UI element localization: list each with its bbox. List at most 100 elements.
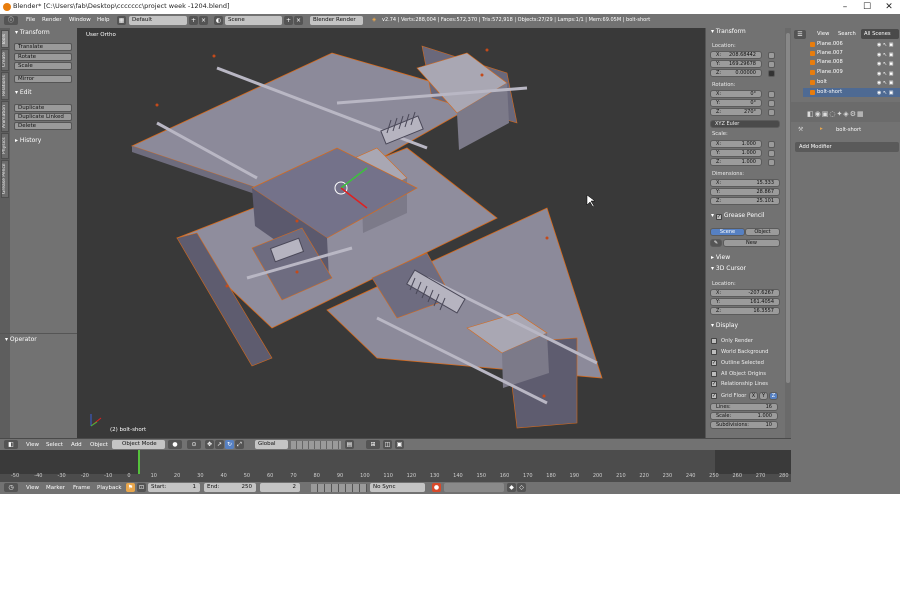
lock-icon[interactable] [768,159,775,166]
duplicate-linked-button[interactable]: Duplicate Linked [14,113,72,121]
location-y-field[interactable]: Y: 169.29678 [710,60,762,68]
outliner-item-bolt[interactable]: bolt [817,79,827,85]
history-panel-header[interactable]: ▸ History [15,137,41,144]
rotation-mode-select[interactable]: XYZ Euler [710,120,780,128]
remove-layout-icon[interactable]: × [199,16,208,25]
rotation-x-field[interactable]: X: 0° [710,90,762,98]
menu-object[interactable]: Object [90,442,108,448]
grid-axis-x-toggle[interactable]: X [749,392,758,400]
outliner-item-plane006[interactable]: Plane.006 [817,41,843,47]
n-panel-scroll-thumb[interactable] [786,33,790,383]
tab-relations[interactable]: Relations [1,72,9,100]
rotation-y-field[interactable]: Y: 0° [710,99,762,107]
world-background-checkbox[interactable] [711,349,717,355]
orientation-select[interactable]: Global [255,440,288,449]
relationship-lines-checkbox[interactable]: ✓ [711,381,717,387]
editor-type-icon[interactable]: ⓘ [4,16,18,25]
lock-icon[interactable] [768,52,775,59]
remove-scene-icon[interactable]: × [294,16,303,25]
rotation-z-field[interactable]: Z: 270° [710,108,762,116]
timeline[interactable] [0,450,791,482]
add-layout-icon[interactable]: + [189,16,198,25]
only-render-checkbox[interactable] [711,338,717,344]
playhead[interactable] [138,450,140,474]
outliner-tab-view[interactable]: View [817,31,829,37]
start-frame-field[interactable]: Start: 1 [148,483,200,492]
end-frame-field[interactable]: End: 250 [204,483,256,492]
lock-icon[interactable] [768,141,775,148]
gp-object-button[interactable]: Object [745,228,780,236]
cursor-y-field[interactable]: Y: 161.4054 [710,298,780,306]
tab-physics[interactable]: Physics [1,133,9,159]
preview-range-icon[interactable]: ⚑ [126,483,135,492]
edit-panel-header[interactable]: ▾ Edit [15,89,32,96]
mirror-button[interactable]: Mirror [14,75,72,83]
menu-add[interactable]: Add [71,442,82,448]
outliner-item-plane008[interactable]: Plane.008 [817,59,843,65]
tl-menu-marker[interactable]: Marker [46,485,65,491]
gp-scene-button[interactable]: Scene [710,228,745,236]
transform-panel-header[interactable]: ▾ Transform [15,29,50,36]
tab-grease-pencil[interactable]: Grease Pencil [1,160,9,198]
minimize-button[interactable]: – [834,0,856,14]
delete-button[interactable]: Delete [14,122,72,130]
tl-menu-frame[interactable]: Frame [73,485,90,491]
scale-y-field[interactable]: Y: 1.000 [710,149,762,157]
rotate-button[interactable]: Rotate [14,53,72,61]
3d-view-editor-icon[interactable]: ◧ [4,440,18,449]
snap-icon[interactable]: ⊞ [366,440,380,449]
location-x-field[interactable]: X: 208.68442 [710,51,762,59]
outliner-tab-search[interactable]: Search [838,31,856,37]
grid-axis-y-toggle[interactable]: Y [759,392,768,400]
translate-manipulator-icon[interactable]: ↗ [215,440,224,449]
view-panel-header[interactable]: ▸ View [711,254,730,261]
rotate-manipulator-icon[interactable]: ↻ [225,440,234,449]
gp-brush-icon[interactable]: ✎ [710,239,722,247]
layers-grid[interactable] [291,441,341,449]
lock-icon[interactable] [768,61,775,68]
lock-icon[interactable] [768,100,775,107]
grid-lines-field[interactable]: Lines: 16 [710,403,778,411]
cursor-z-field[interactable]: Z: 16.3557 [710,307,780,315]
3d-viewport[interactable]: User Ortho (2) bolt-short [77,28,705,438]
add-scene-icon[interactable]: + [284,16,293,25]
gp-new-button[interactable]: New [723,239,780,247]
render-preview-icon[interactable]: ▣ [395,440,404,449]
menu-view[interactable]: View [26,442,39,448]
grease-pencil-checkbox[interactable]: ✓ [715,214,722,220]
menu-window[interactable]: Window [69,17,91,23]
scene-icon[interactable]: ◐ [214,16,223,25]
location-z-field[interactable]: Z: 0.00000 [710,69,762,77]
outliner-item-bolt-short[interactable]: bolt-short [817,89,842,95]
outline-selected-checkbox[interactable]: ✓ [711,360,717,366]
lock-icon[interactable] [768,70,775,77]
lock-icon[interactable] [768,150,775,157]
cursor-x-field[interactable]: X: -207.6267 [710,289,780,297]
visibility-icons[interactable]: ◉ ↖ ▣ ◉ ↖ ▣ ◉ ↖ ▣ ◉ ↖ ▣ ◉ ↖ ▣ ◉ ↖ ▣ [877,41,893,99]
layer-lock-icon[interactable]: ▤ [345,440,354,449]
insert-keyframe-icon[interactable]: ◆ [507,483,516,492]
record-icon[interactable]: ● [432,483,441,492]
grease-pencil-header[interactable]: ▾ ✓ Grease Pencil [711,212,764,220]
snap-element-icon[interactable]: ◫ [383,440,392,449]
scale-z-field[interactable]: Z: 1.000 [710,158,762,166]
menu-file[interactable]: File [26,17,35,23]
cursor-panel-header[interactable]: ▾ 3D Cursor [711,265,746,272]
menu-render[interactable]: Render [42,17,62,23]
render-engine-select[interactable]: Blender Render [310,16,363,25]
grid-subdivisions-field[interactable]: Subdivisions: 10 [710,421,778,429]
display-panel-header[interactable]: ▾ Display [711,322,738,329]
lock-icon[interactable] [768,91,775,98]
pivot-icon[interactable]: ⊙ [187,440,201,449]
sync-select[interactable]: No Sync [370,483,425,492]
n-transform-header[interactable]: ▾ Transform [711,28,746,35]
grid-floor-checkbox[interactable]: ✓ [711,393,717,399]
scene-select[interactable]: Scene [225,16,282,25]
grid-scale-field[interactable]: Scale: 1.000 [710,412,778,420]
maximize-button[interactable]: ☐ [856,0,878,14]
mode-select[interactable]: Object Mode [112,440,165,449]
dimension-y-field[interactable]: Y: 28.867 [710,188,780,196]
lock-icon[interactable] [768,109,775,116]
grid-axis-z-toggle[interactable]: Z [769,392,778,400]
shading-icon[interactable]: ● [168,440,182,449]
